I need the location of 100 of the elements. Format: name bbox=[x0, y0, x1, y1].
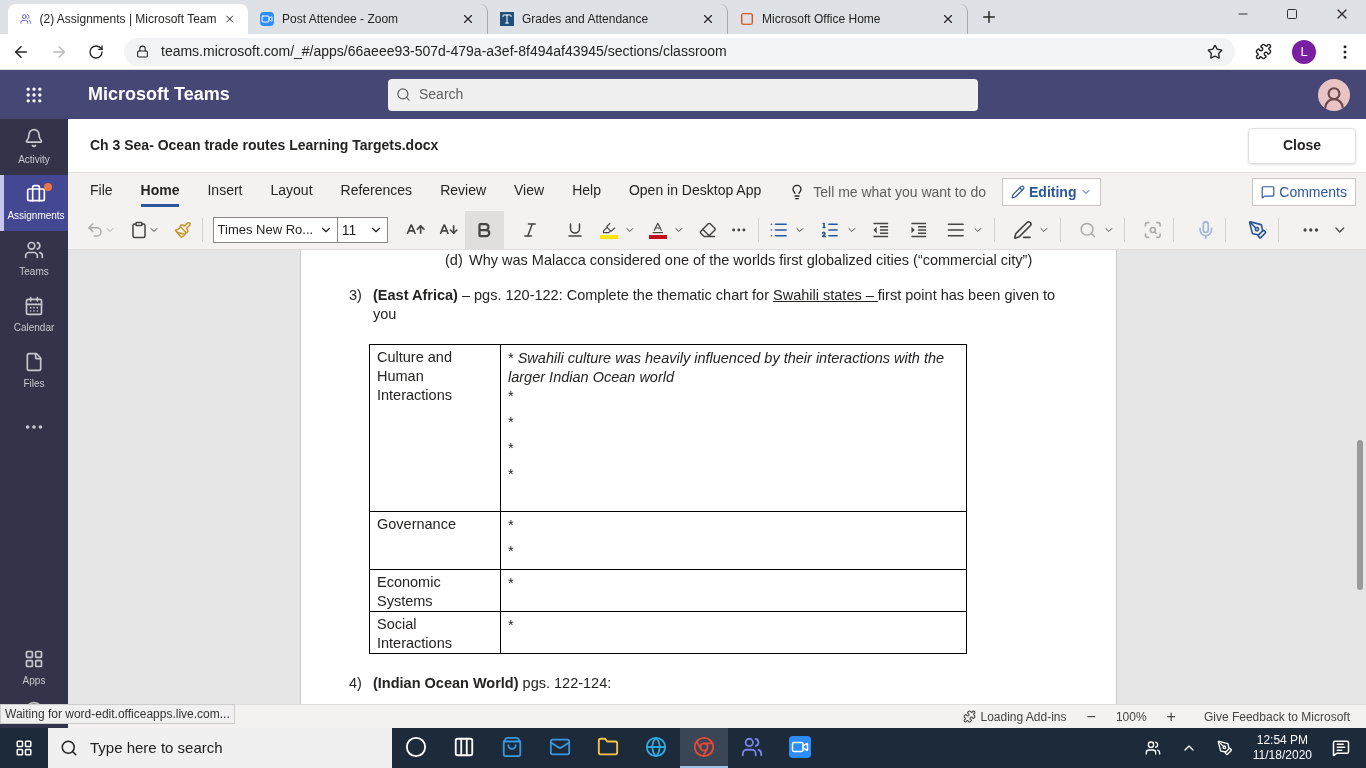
close-button[interactable]: Close bbox=[1248, 127, 1356, 164]
ribbon-tab[interactable]: Layout bbox=[270, 177, 313, 207]
task-view-icon bbox=[453, 736, 475, 758]
scrollbar-thumb[interactable] bbox=[1357, 440, 1363, 590]
table-cell-entry: * bbox=[508, 465, 515, 484]
clear-format-icon[interactable] bbox=[698, 221, 717, 239]
status-tooltip: Waiting for word-edit.officeapps.live.com... bbox=[0, 704, 235, 724]
close-icon[interactable] bbox=[941, 12, 955, 26]
notifications-icon[interactable] bbox=[1332, 739, 1350, 757]
table-cell-entry: * bbox=[508, 413, 515, 432]
circle-icon bbox=[405, 736, 427, 758]
font-color-icon[interactable] bbox=[649, 221, 668, 239]
tell-me-field[interactable]: Tell me what you want to do bbox=[813, 181, 986, 203]
paragraph: (Indian Ocean World) pgs. 122-124: bbox=[373, 674, 612, 693]
backpack-icon bbox=[26, 183, 46, 204]
table-cell-entry: * bbox=[508, 439, 515, 458]
increase-indent-icon[interactable] bbox=[908, 220, 929, 240]
table-cell-entry: * Swahili culture was heavily influenced by their interactions with the larger Indian Ocean world bbox=[508, 349, 946, 387]
rail-item[interactable]: Apps bbox=[0, 642, 68, 694]
table-cell-entry: * bbox=[508, 516, 515, 535]
profile-avatar[interactable]: L bbox=[1292, 39, 1316, 64]
editing-button[interactable]: Editing bbox=[1002, 178, 1102, 206]
store-bag-icon bbox=[501, 736, 523, 758]
folder-icon bbox=[597, 736, 619, 758]
clock-date: 11/18/2020 bbox=[1252, 748, 1312, 763]
browser-icon bbox=[645, 736, 667, 758]
document-title: Ch 3 Sea- Ocean trade routes Learning Targets.docx bbox=[90, 136, 440, 155]
ribbon-tab[interactable]: Review bbox=[440, 177, 487, 207]
rail-item[interactable]: Teams bbox=[0, 231, 68, 287]
align-icon[interactable] bbox=[946, 220, 966, 240]
windows-icon[interactable] bbox=[15, 739, 33, 757]
list-number: 4) bbox=[349, 674, 363, 693]
people-icon bbox=[24, 239, 44, 260]
people-icon[interactable] bbox=[1144, 740, 1161, 756]
editor-icon[interactable] bbox=[1248, 220, 1268, 240]
rail-item[interactable]: Files bbox=[0, 343, 68, 399]
pencil-icon bbox=[1011, 185, 1025, 199]
ribbon-tab[interactable]: Open in Desktop App bbox=[628, 177, 762, 207]
apps-icon bbox=[24, 648, 44, 669]
calendar-icon bbox=[24, 295, 44, 316]
ribbon-tab[interactable]: View bbox=[514, 177, 545, 207]
user-avatar[interactable] bbox=[1318, 78, 1350, 111]
ribbon-tab[interactable]: File bbox=[90, 177, 113, 207]
list-number: 3) bbox=[349, 286, 363, 305]
table-cell: Social Interactions bbox=[369, 611, 501, 654]
table-cell: Culture and Human Interactions bbox=[369, 344, 501, 512]
new-tab-icon[interactable] bbox=[980, 8, 998, 26]
ribbon-tab[interactable]: Home bbox=[140, 177, 180, 207]
decrease-indent-icon[interactable] bbox=[871, 220, 891, 240]
ribbon-tab[interactable]: Help bbox=[572, 177, 601, 207]
table-cell-entry: * bbox=[508, 542, 515, 561]
camera-icon bbox=[789, 736, 811, 758]
search-icon bbox=[60, 739, 78, 757]
extensions-icon[interactable] bbox=[1255, 43, 1272, 60]
star-icon[interactable] bbox=[1207, 43, 1223, 60]
paragraph: (East Africa) – pgs. 120-122: Complete the thematic chart for Swahili states – first point has been given to you bbox=[373, 286, 1056, 324]
lock-icon bbox=[136, 45, 149, 58]
search-field[interactable]: Search bbox=[388, 78, 978, 111]
puzzle-icon bbox=[963, 710, 977, 723]
ribbon-tab[interactable]: References bbox=[340, 177, 413, 207]
letter-icon bbox=[500, 12, 514, 26]
zoom-out-button[interactable]: − bbox=[1078, 704, 1104, 729]
table-cell-entry: * bbox=[508, 616, 515, 635]
camera-icon bbox=[260, 12, 274, 26]
reload-icon[interactable] bbox=[88, 43, 104, 60]
browser-tab[interactable]: (2) Assignments | Microsoft Team bbox=[8, 4, 248, 34]
search-icon bbox=[396, 87, 411, 102]
chrome-icon bbox=[693, 736, 715, 758]
comment-icon bbox=[1261, 185, 1276, 199]
bullet-list-icon[interactable] bbox=[768, 220, 789, 240]
close-icon[interactable] bbox=[461, 12, 475, 26]
paragraph: Why was Malacca considered one of the worlds first globalized cities (“commercial city”) bbox=[469, 251, 1033, 270]
app-title: Microsoft Teams bbox=[87, 83, 231, 106]
styles-icon[interactable] bbox=[1012, 220, 1033, 240]
table-cell: Economic Systems bbox=[369, 569, 501, 612]
close-icon[interactable] bbox=[701, 12, 715, 26]
address-bar[interactable]: teams.microsoft.com/_#/apps/66aeee93-507d-479a-a3ef-8f494af43945/sections/classroom bbox=[124, 37, 1235, 66]
zoom-in-button[interactable]: + bbox=[1158, 704, 1184, 729]
feedback-link[interactable]: Give Feedback to Microsoft bbox=[1203, 707, 1350, 726]
close-icon[interactable] bbox=[224, 12, 236, 26]
font-field[interactable]: Times New Ro... bbox=[212, 217, 338, 243]
taskbar-search-field[interactable]: Type here to search bbox=[48, 728, 392, 768]
numbered-list-icon[interactable] bbox=[820, 220, 840, 240]
ribbon-tab[interactable]: Insert bbox=[207, 177, 243, 207]
font-size-field[interactable]: 11 bbox=[336, 217, 388, 243]
mail-icon bbox=[549, 736, 571, 758]
clipboard-icon[interactable] bbox=[130, 221, 148, 239]
highlighter-icon[interactable] bbox=[600, 221, 618, 239]
table-cell-entry: * bbox=[508, 387, 515, 406]
comments-button[interactable]: Comments bbox=[1252, 178, 1356, 206]
format-button[interactable] bbox=[464, 211, 504, 249]
rail-item[interactable]: Assignments bbox=[0, 175, 68, 231]
table-cell: Governance bbox=[369, 511, 501, 570]
clock-time: 12:54 PM bbox=[1256, 733, 1309, 748]
file-icon bbox=[24, 351, 44, 372]
pen-icon[interactable] bbox=[1216, 740, 1233, 756]
status-text: Loading Add-ins bbox=[980, 708, 1067, 726]
rail-item[interactable]: Calendar bbox=[0, 287, 68, 343]
rail-item[interactable]: Activity bbox=[0, 119, 68, 175]
maximize-icon[interactable] bbox=[1286, 8, 1298, 20]
